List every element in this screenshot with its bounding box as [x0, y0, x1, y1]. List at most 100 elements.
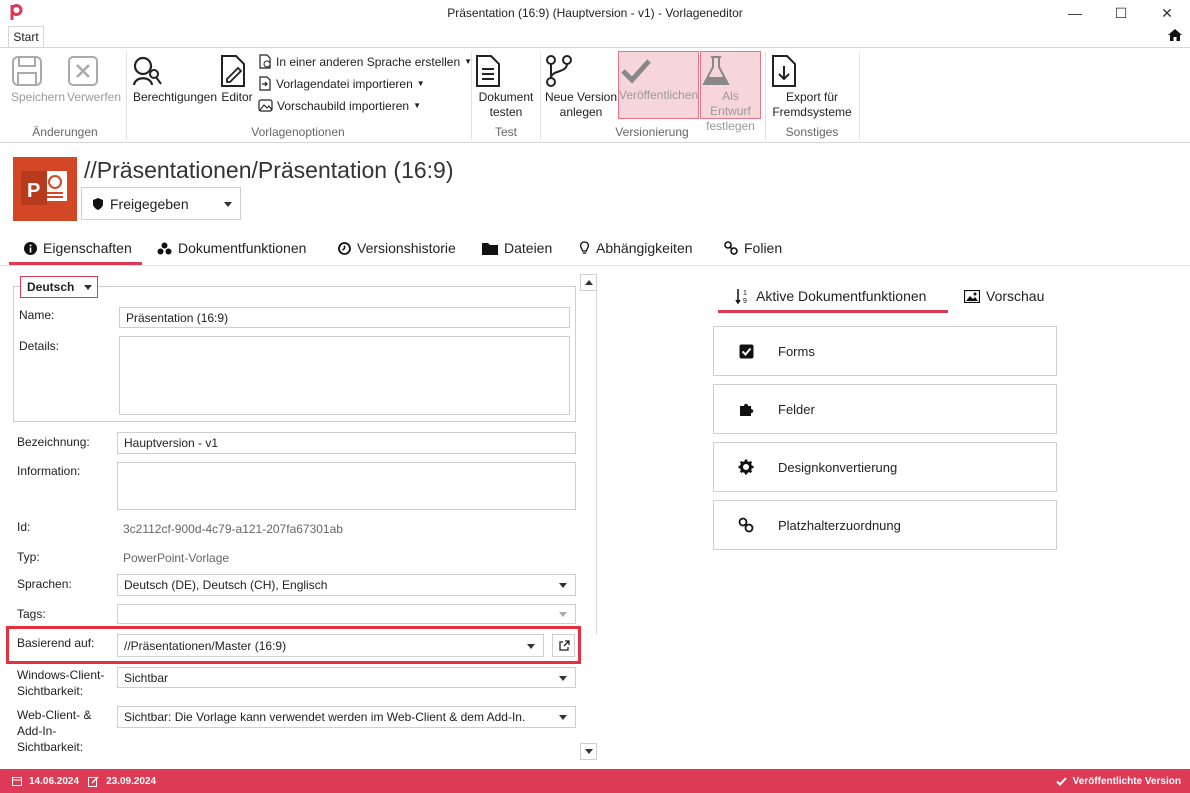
edit-icon	[88, 775, 100, 787]
clock-icon	[338, 241, 351, 255]
group-test: Test	[494, 125, 517, 139]
import-template-button[interactable]: Vorlagendatei importieren ▼	[258, 76, 425, 91]
ribbon-tab-start[interactable]: Start	[8, 26, 44, 48]
function-card-label: Forms	[778, 343, 815, 359]
new-version-button[interactable]: Neue Version anlegen	[544, 54, 618, 120]
scroll-down-button[interactable]	[580, 743, 597, 760]
tab-dependencies[interactable]: Abhängigkeiten	[579, 240, 693, 256]
tab-files[interactable]: Dateien	[482, 240, 552, 256]
scroll-up-button[interactable]	[580, 274, 597, 291]
tab-files-label: Dateien	[504, 240, 553, 256]
test-document-label-1: Dokument	[478, 90, 534, 104]
folder-icon	[482, 242, 498, 255]
save-button[interactable]: Speichern	[10, 54, 66, 105]
home-icon[interactable]	[1167, 28, 1183, 42]
function-card-label: Felder	[778, 401, 815, 417]
web-visibility-dropdown[interactable]: Sichtbar: Die Vorlage kann verwendet wer…	[117, 706, 576, 728]
tab-slides[interactable]: Folien	[724, 240, 782, 256]
flask-icon	[701, 55, 760, 87]
status-dropdown[interactable]: Freigegeben	[81, 187, 241, 220]
windows-visibility-dropdown[interactable]: Sichtbar	[117, 667, 576, 688]
svg-text:1: 1	[743, 290, 747, 297]
window-title: Präsentation (16:9) (Hauptversion - v1) …	[447, 6, 743, 20]
based-on-dropdown[interactable]: //Präsentationen/Master (16:9)	[117, 634, 544, 657]
created-date: 14.06.2024	[29, 775, 80, 787]
info-icon	[24, 241, 37, 255]
windows-visibility-value: Sichtbar	[124, 670, 169, 685]
function-card-label: Designkonvertierung	[778, 459, 898, 475]
windows-visibility-label: Windows-Client- Sichtbarkeit:	[17, 668, 105, 698]
group-misc: Sonstiges	[785, 125, 839, 139]
checkbox-icon	[714, 344, 778, 359]
permissions-button[interactable]: Berechtigungen	[130, 54, 220, 105]
information-label: Information:	[17, 464, 81, 478]
details-field[interactable]	[119, 336, 570, 415]
edit-document-icon	[218, 54, 256, 88]
document-icon	[474, 54, 538, 88]
gear-icon	[714, 459, 778, 475]
id-label: Id:	[17, 520, 31, 534]
separator	[540, 52, 541, 140]
based-on-label: Basierend auf:	[17, 636, 95, 650]
tab-preview[interactable]: Vorschau	[964, 288, 1044, 304]
sort-numeric-icon: 19	[735, 288, 750, 304]
test-document-button[interactable]: Dokument testen	[474, 54, 538, 120]
open-external-button[interactable]	[552, 634, 575, 657]
save-label: Speichern	[10, 90, 66, 104]
maximize-button[interactable]: ☐	[1098, 0, 1144, 26]
function-card-fields[interactable]: Felder	[713, 384, 1057, 434]
minimize-button[interactable]: —	[1052, 0, 1098, 26]
chevron-down-icon	[559, 675, 567, 681]
chevron-down-icon	[559, 583, 567, 588]
chevron-down-icon	[559, 612, 567, 617]
set-draft-label-1: Als Entwurf	[710, 89, 751, 118]
function-card-forms[interactable]: Forms	[713, 326, 1057, 376]
chevron-down-icon	[584, 749, 593, 754]
separator	[859, 52, 860, 140]
editor-button[interactable]: Editor	[218, 54, 256, 105]
export-button[interactable]: Export für Fremdsysteme	[770, 54, 854, 120]
language-value: Deutsch	[27, 280, 75, 294]
tab-dependencies-label: Abhängigkeiten	[596, 240, 693, 256]
new-version-label-1: Neue Version	[544, 90, 618, 104]
tab-version-history[interactable]: Versionshistorie	[338, 240, 456, 256]
function-card-label: Platzhalterzuordnung	[778, 517, 901, 533]
discard-label: Verwerfen	[66, 90, 122, 104]
tab-document-functions-label: Dokumentfunktionen	[178, 240, 307, 256]
import-template-label: Vorlagendatei importieren	[276, 76, 413, 91]
tab-active-functions[interactable]: 19 Aktive Dokumentfunktionen	[735, 288, 926, 304]
information-field[interactable]	[117, 462, 576, 510]
permissions-label: Berechtigungen	[132, 90, 218, 104]
languages-label: Sprachen:	[17, 577, 72, 591]
function-card-design-conversion[interactable]: Designkonvertierung	[713, 442, 1057, 492]
separator	[126, 52, 127, 140]
discard-button[interactable]: Verwerfen	[66, 54, 122, 105]
tab-properties[interactable]: Eigenschaften	[24, 240, 132, 256]
chevron-down-icon	[84, 284, 93, 290]
name-field[interactable]: Präsentation (16:9)	[119, 307, 570, 328]
import-icon	[258, 76, 272, 91]
external-link-icon	[558, 639, 570, 652]
set-draft-button[interactable]: Als Entwurf festlegen	[700, 51, 761, 133]
languages-dropdown[interactable]: Deutsch (DE), Deutsch (CH), Englisch	[117, 574, 576, 596]
designation-label: Bezeichnung:	[17, 435, 90, 449]
shield-icon	[92, 197, 104, 211]
language-selector[interactable]: Deutsch	[20, 276, 98, 298]
tags-label: Tags:	[17, 607, 46, 621]
tags-dropdown[interactable]	[117, 604, 576, 624]
function-card-placeholder-mapping[interactable]: Platzhalterzuordnung	[713, 500, 1057, 550]
designation-field[interactable]: Hauptversion - v1	[117, 432, 576, 454]
link-icon	[714, 517, 778, 533]
publish-button[interactable]: Veröffentlichen	[618, 51, 699, 119]
tab-document-functions[interactable]: Dokumentfunktionen	[157, 240, 306, 256]
close-button[interactable]: ✕	[1144, 0, 1190, 26]
create-other-language-button[interactable]: In einer anderen Sprache erstellen ▼	[258, 54, 472, 69]
tab-active-functions-label: Aktive Dokumentfunktionen	[756, 288, 927, 304]
import-preview-button[interactable]: Vorschaubild importieren ▼	[258, 98, 421, 113]
tab-divider	[0, 265, 1190, 266]
group-versioning: Versionierung	[615, 125, 689, 139]
svg-text:9: 9	[743, 298, 747, 304]
page-title: //Präsentationen/Präsentation (16:9)	[84, 157, 454, 183]
type-label: Typ:	[17, 550, 40, 564]
active-tab-indicator	[718, 310, 948, 313]
